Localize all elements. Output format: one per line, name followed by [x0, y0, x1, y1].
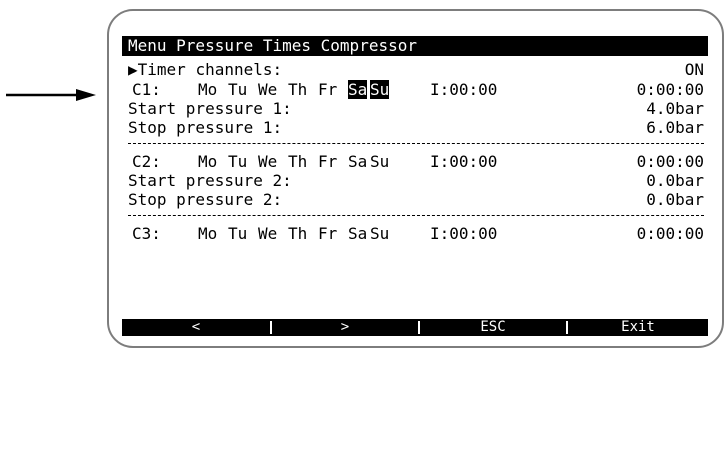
- start-pressure-value[interactable]: 4.0bar: [646, 99, 704, 118]
- day-we[interactable]: We: [258, 224, 277, 243]
- day-mo[interactable]: Mo: [198, 80, 217, 99]
- stop-pressure-1-row[interactable]: Stop pressure 1: 6.0bar: [128, 118, 704, 137]
- stop-pressure-value[interactable]: 0.0bar: [646, 190, 704, 209]
- menu-title: Menu Pressure Times Compressor: [122, 36, 708, 56]
- day-fr[interactable]: Fr: [318, 80, 337, 99]
- day-sa[interactable]: Sa: [348, 224, 367, 243]
- day-sa[interactable]: Sa: [348, 80, 368, 99]
- start-pressure-label: Start pressure 2:: [128, 171, 292, 190]
- stop-pressure-2-row[interactable]: Stop pressure 2: 0.0bar: [128, 190, 704, 209]
- time-out[interactable]: 0:00:00: [637, 80, 704, 99]
- day-fr[interactable]: Fr: [318, 224, 337, 243]
- stop-pressure-label: Stop pressure 1:: [128, 118, 283, 137]
- day-we[interactable]: We: [258, 80, 277, 99]
- day-mo[interactable]: Mo: [198, 152, 217, 171]
- stop-pressure-value[interactable]: 6.0bar: [646, 118, 704, 137]
- day-fr[interactable]: Fr: [318, 152, 337, 171]
- day-su[interactable]: Su: [370, 80, 390, 99]
- separator: [128, 143, 704, 144]
- day-tu[interactable]: Tu: [228, 80, 247, 99]
- arrow-right-icon: [6, 89, 96, 101]
- channel-id: C2:: [132, 152, 161, 171]
- day-sa[interactable]: Sa: [348, 152, 367, 171]
- day-tu[interactable]: Tu: [228, 152, 247, 171]
- day-we[interactable]: We: [258, 152, 277, 171]
- channel-3-days-row[interactable]: C3: Mo Tu We Th Fr Sa Su I:00:00 0:00:00: [128, 224, 704, 243]
- channel-id: C3:: [132, 224, 161, 243]
- time-in[interactable]: I:00:00: [430, 80, 497, 99]
- timer-channels-label: Timer channels:: [137, 60, 283, 79]
- start-pressure-label: Start pressure 1:: [128, 99, 292, 118]
- day-su[interactable]: Su: [370, 224, 389, 243]
- timer-channels-row[interactable]: ▶Timer channels: ON: [128, 60, 704, 79]
- day-th[interactable]: Th: [288, 152, 307, 171]
- softkey-prev[interactable]: <: [122, 319, 270, 336]
- day-su[interactable]: Su: [370, 152, 389, 171]
- day-mo[interactable]: Mo: [198, 224, 217, 243]
- time-out[interactable]: 0:00:00: [637, 152, 704, 171]
- channel-2-days-row[interactable]: C2: Mo Tu We Th Fr Sa Su I:00:00 0:00:00: [128, 152, 704, 171]
- start-pressure-1-row[interactable]: Start pressure 1: 4.0bar: [128, 99, 704, 118]
- separator: [128, 215, 704, 216]
- day-th[interactable]: Th: [288, 224, 307, 243]
- time-in[interactable]: I:00:00: [430, 224, 497, 243]
- timer-channels-value[interactable]: ON: [685, 60, 704, 79]
- start-pressure-value[interactable]: 0.0bar: [646, 171, 704, 190]
- stop-pressure-label: Stop pressure 2:: [128, 190, 283, 209]
- day-tu[interactable]: Tu: [228, 224, 247, 243]
- lcd-screen: Menu Pressure Times Compressor ▶Timer ch…: [122, 36, 708, 336]
- channel-id: C1:: [132, 80, 161, 99]
- softkey-next[interactable]: >: [272, 319, 418, 336]
- softkey-bar: < > ESC Exit: [122, 319, 708, 336]
- day-th[interactable]: Th: [288, 80, 307, 99]
- time-in[interactable]: I:00:00: [430, 152, 497, 171]
- time-out[interactable]: 0:00:00: [637, 224, 704, 243]
- softkey-exit[interactable]: Exit: [568, 319, 708, 336]
- cursor-icon: ▶: [128, 60, 138, 79]
- channel-1-days-row[interactable]: C1: Mo Tu We Th Fr Sa Su I:00:00 0:00:00: [128, 80, 704, 99]
- start-pressure-2-row[interactable]: Start pressure 2: 0.0bar: [128, 171, 704, 190]
- softkey-esc[interactable]: ESC: [420, 319, 566, 336]
